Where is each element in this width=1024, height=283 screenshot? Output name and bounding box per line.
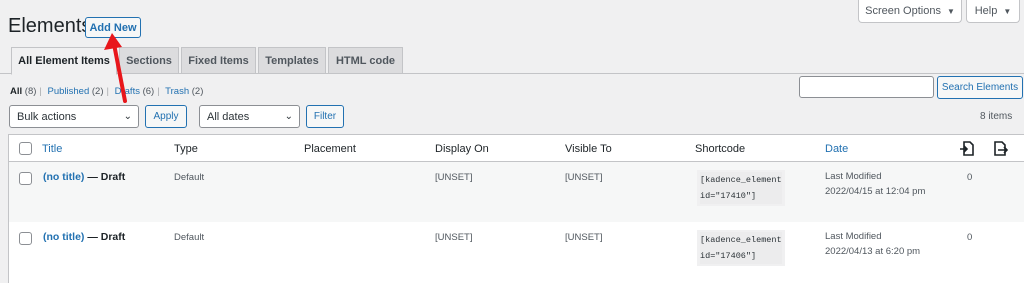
- element-type-tabs: All Element Items Sections Fixed Items T…: [0, 47, 1024, 75]
- dates-select[interactable]: All dates ⌄: [199, 105, 300, 128]
- screen-options-button[interactable]: Screen Options ▼: [858, 0, 962, 23]
- bulk-actions-select[interactable]: Bulk actions ⌄: [9, 105, 139, 128]
- items-count: 8 items: [980, 111, 1013, 122]
- apply-button[interactable]: Apply: [145, 105, 187, 128]
- search-elements-button[interactable]: Search Elements: [937, 76, 1023, 99]
- column-placement: Placement: [304, 143, 356, 155]
- row-visible-to: [UNSET]: [565, 172, 603, 183]
- help-button[interactable]: Help ▼: [966, 0, 1020, 23]
- row-checkbox[interactable]: [19, 172, 32, 185]
- table-row: (no title) — Draft Default [UNSET] [UNSE…: [9, 162, 1024, 222]
- caret-down-icon: ▼: [1003, 6, 1012, 16]
- chevron-down-icon: ⌄: [123, 111, 132, 122]
- row-date: Last Modified 2022/04/13 at 6:20 pm: [825, 231, 921, 258]
- search-input[interactable]: [799, 76, 934, 98]
- row-type: Default: [174, 172, 205, 183]
- table-row: (no title) — Draft Default [UNSET] [UNSE…: [9, 222, 1024, 283]
- column-title[interactable]: Title: [42, 143, 62, 155]
- help-label: Help: [974, 5, 998, 17]
- tab-fixed-items[interactable]: Fixed Items: [181, 47, 256, 74]
- tab-all-element-items[interactable]: All Element Items: [11, 47, 117, 75]
- export-icon[interactable]: [993, 140, 1009, 157]
- column-type: Type: [174, 143, 198, 155]
- row-count: 0: [967, 172, 973, 183]
- table-header: Title Type Placement Display On Visible …: [9, 135, 1024, 162]
- select-all-checkbox[interactable]: [19, 142, 32, 155]
- row-display-on: [UNSET]: [435, 172, 473, 183]
- add-new-button[interactable]: Add New: [85, 17, 141, 38]
- page-title: Elements: [8, 15, 92, 37]
- view-trash[interactable]: Trash (2): [165, 86, 203, 97]
- bulk-actions-value: Bulk actions: [17, 110, 77, 123]
- copy-import-icon[interactable]: [959, 140, 975, 157]
- row-checkbox[interactable]: [19, 232, 32, 245]
- row-title[interactable]: (no title) — Draft: [43, 169, 125, 186]
- screen-options-label: Screen Options: [865, 5, 941, 17]
- column-shortcode: Shortcode: [695, 143, 746, 155]
- tab-templates[interactable]: Templates: [258, 47, 326, 74]
- view-published[interactable]: Published (2): [48, 86, 104, 97]
- view-all[interactable]: All (8): [10, 86, 36, 97]
- column-date[interactable]: Date: [825, 143, 848, 155]
- column-display-on: Display On: [435, 143, 489, 155]
- row-title[interactable]: (no title) — Draft: [43, 229, 125, 246]
- row-count: 0: [967, 232, 973, 243]
- tab-html-code[interactable]: HTML code: [328, 47, 403, 74]
- dates-value: All dates: [207, 110, 250, 123]
- filter-button[interactable]: Filter: [306, 105, 344, 128]
- elements-table: Title Type Placement Display On Visible …: [8, 134, 1024, 283]
- caret-down-icon: ▼: [946, 6, 955, 16]
- row-date: Last Modified 2022/04/15 at 12:04 pm: [825, 171, 926, 198]
- row-type: Default: [174, 232, 205, 243]
- row-shortcode: [kadence_element id="17406"]: [697, 230, 785, 267]
- row-display-on: [UNSET]: [435, 232, 473, 243]
- row-shortcode: [kadence_element id="17410"]: [697, 170, 785, 207]
- status-views: All (8) | Published (2) | Drafts (6) | Tras…: [10, 86, 204, 97]
- view-drafts[interactable]: Drafts (6): [115, 86, 155, 97]
- row-visible-to: [UNSET]: [565, 232, 603, 243]
- column-visible-to: Visible To: [565, 143, 612, 155]
- tab-sections[interactable]: Sections: [119, 47, 179, 74]
- chevron-down-icon: ⌄: [284, 111, 293, 122]
